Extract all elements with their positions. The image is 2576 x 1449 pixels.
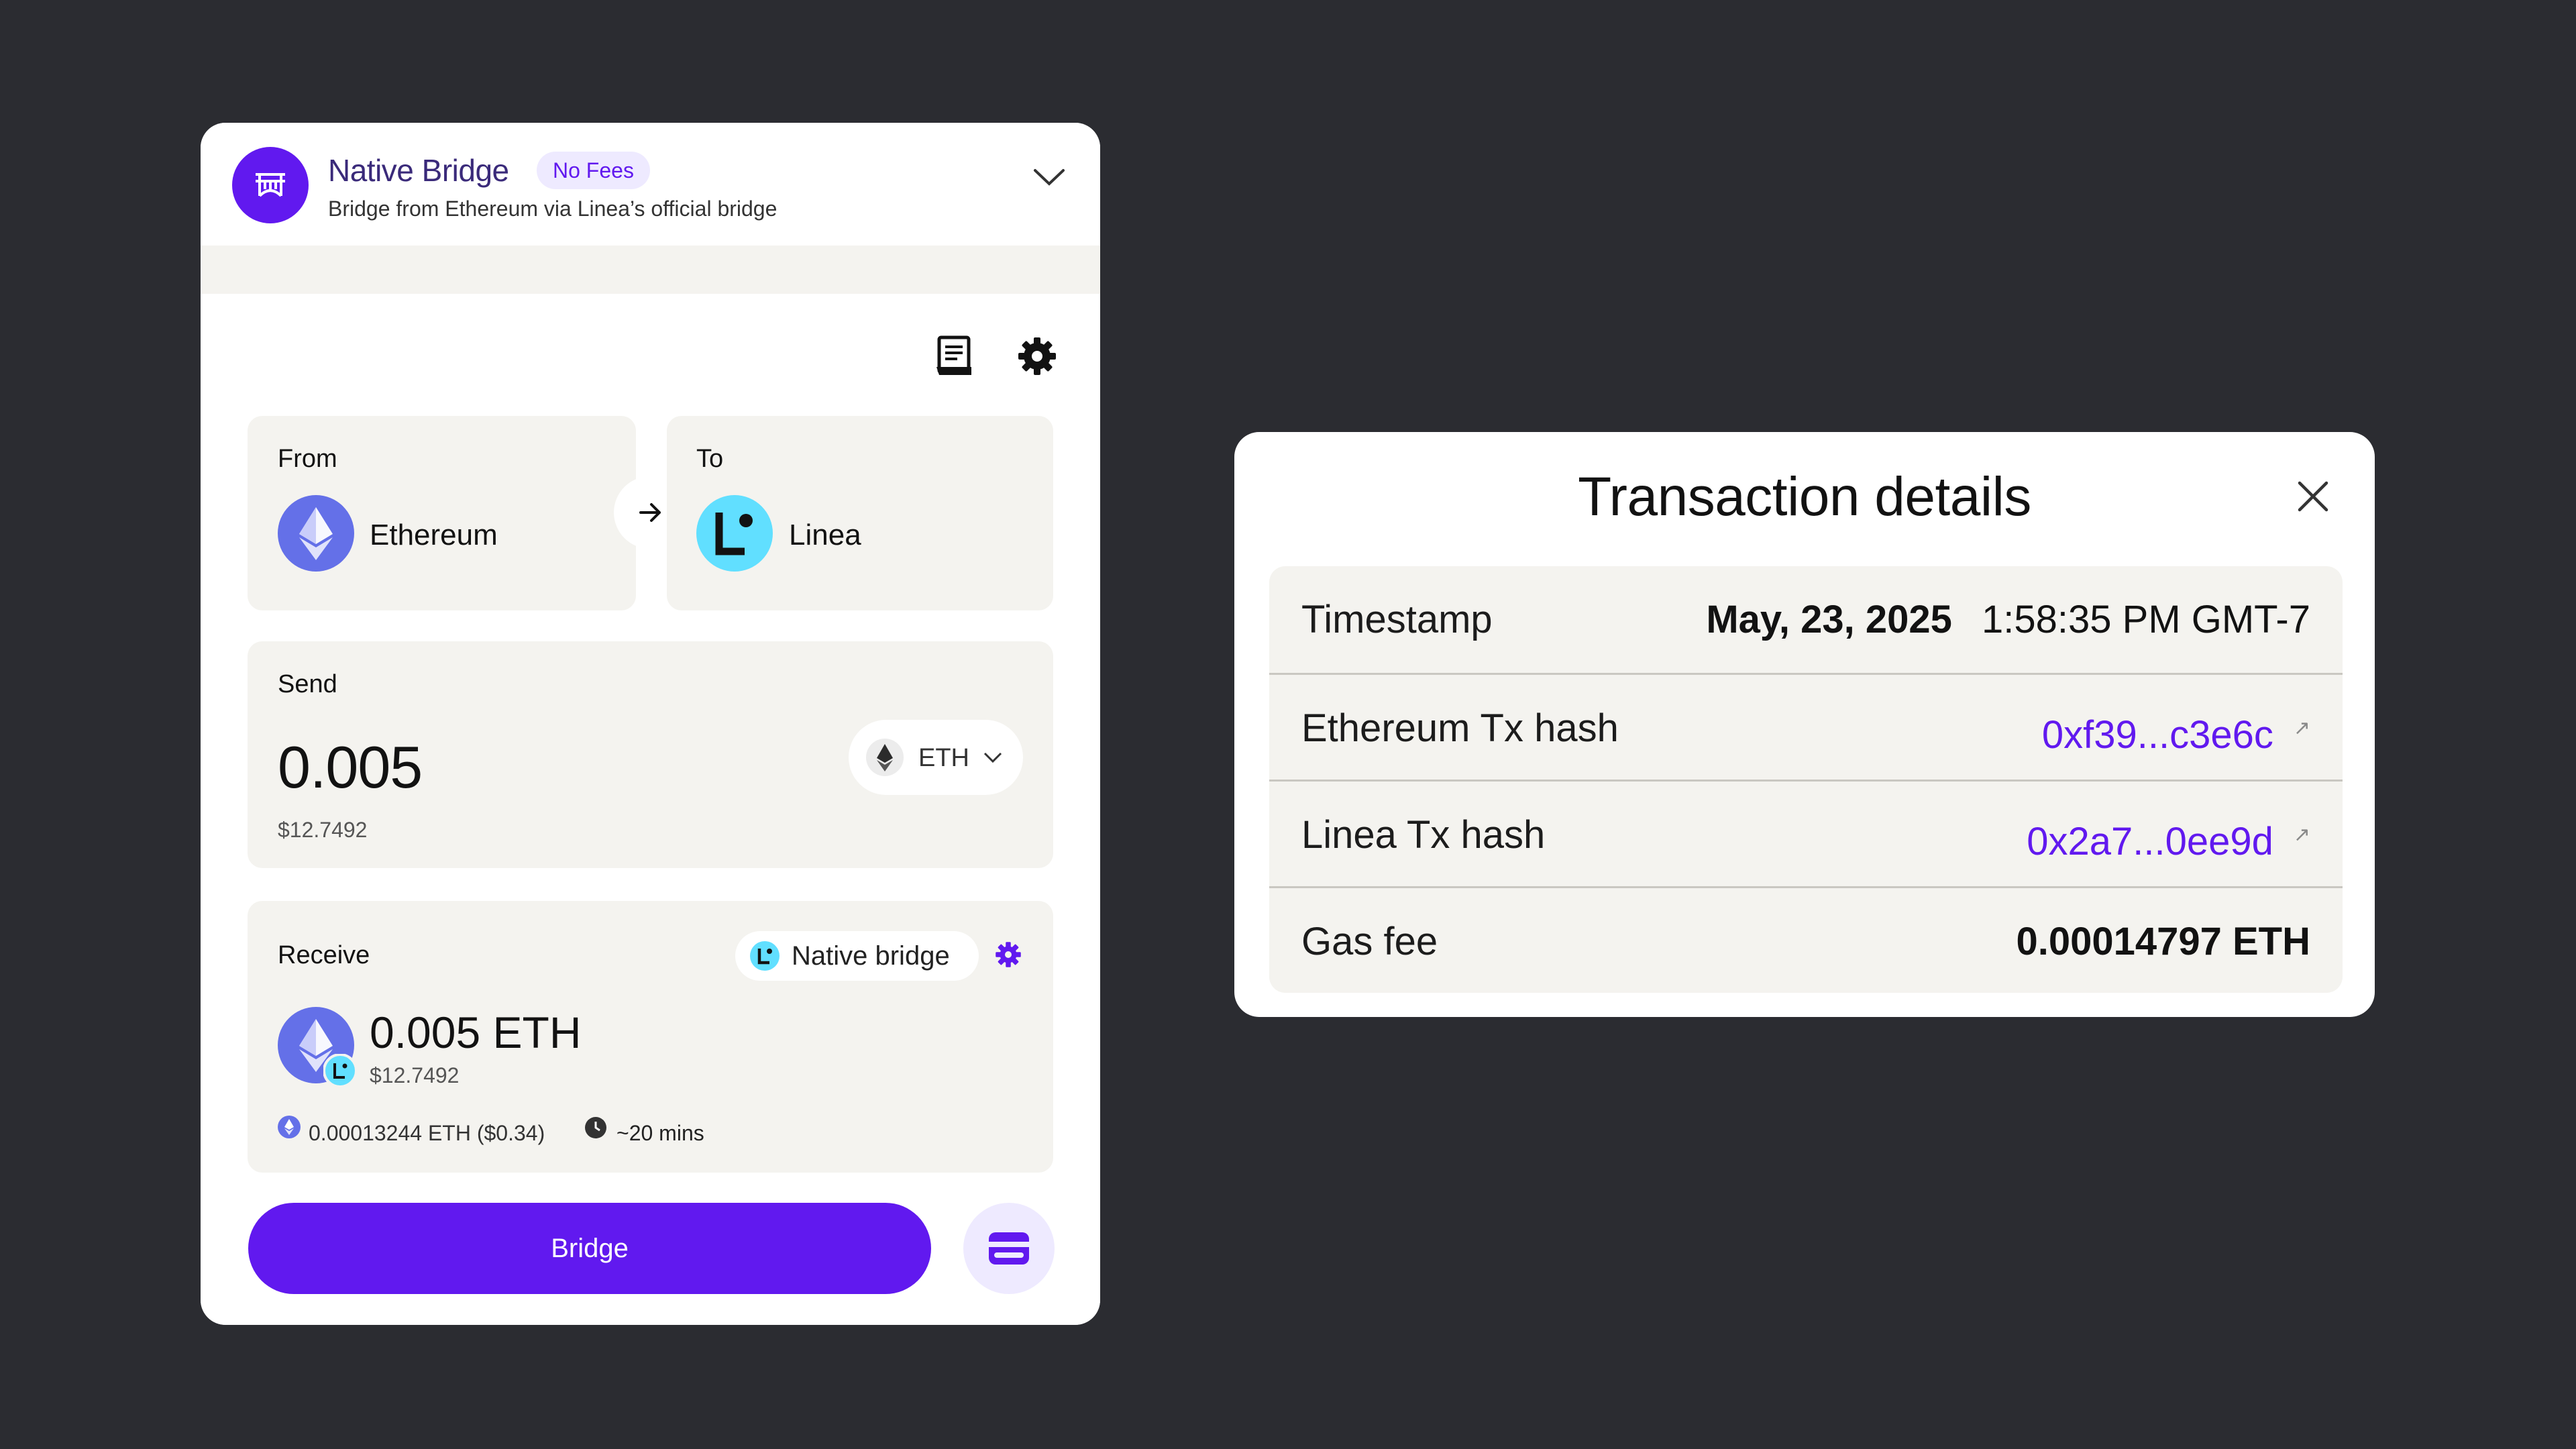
ethereum-tx-label: Ethereum Tx hash <box>1301 706 1619 750</box>
linea-icon <box>750 941 780 971</box>
receipt-icon[interactable] <box>935 335 975 378</box>
chevron-down-icon <box>983 752 1002 763</box>
gas-fee-value: 0.00014797 ETH <box>2016 888 2310 993</box>
ethereum-fee-icon <box>278 1116 301 1138</box>
from-chain-name: Ethereum <box>370 519 498 551</box>
arrow-right-icon <box>639 503 661 522</box>
linea-tx-row: Linea Tx hash 0x2a7...0ee9d ↗ <box>1269 780 2343 888</box>
wallet-icon <box>989 1232 1029 1265</box>
send-usd-value: $12.7492 <box>278 818 368 842</box>
timestamp-row: Timestamp May, 23, 2025 1:58:35 PM GMT-7 <box>1269 566 2343 673</box>
gas-fee-row: Gas fee 0.00014797 ETH <box>1269 886 2343 993</box>
bridge-title: Native Bridge <box>328 153 509 188</box>
to-label: To <box>696 445 724 473</box>
linea-tx-value: 0x2a7...0ee9d ↗ <box>2027 782 2310 888</box>
linea-icon <box>696 495 773 572</box>
details-list: Timestamp May, 23, 2025 1:58:35 PM GMT-7… <box>1269 566 2343 993</box>
token-symbol: ETH <box>918 744 969 772</box>
timestamp-value: May, 23, 2025 1:58:35 PM GMT-7 <box>1706 566 2310 673</box>
linea-badge-icon <box>323 1054 357 1087</box>
transaction-details-modal: Transaction details Timestamp May, 23, 2… <box>1234 432 2375 1017</box>
route-selector[interactable]: Native bridge <box>735 931 979 981</box>
token-selector[interactable]: ETH <box>849 720 1023 795</box>
bridge-button[interactable]: Bridge <box>248 1203 931 1294</box>
linea-tx-link[interactable]: 0x2a7...0ee9d <box>2027 820 2273 863</box>
gas-fee-label: Gas fee <box>1301 920 1438 963</box>
receive-usd-value: $12.7492 <box>370 1063 460 1087</box>
header-divider-band <box>201 246 1100 294</box>
from-label: From <box>278 445 337 473</box>
bridge-selector-header[interactable]: Native Bridge No Fees Bridge from Ethere… <box>201 123 1100 246</box>
ethereum-tx-link[interactable]: 0xf39...c3e6c <box>2042 713 2273 757</box>
modal-title: Transaction details <box>1578 466 2031 527</box>
chevron-down-icon[interactable] <box>1032 167 1066 187</box>
send-label: Send <box>278 670 337 698</box>
send-amount-input[interactable]: 0.005 <box>278 733 423 802</box>
bridge-logo-icon <box>232 147 309 223</box>
timestamp-date: May, 23, 2025 <box>1706 598 1952 641</box>
external-link-icon[interactable]: ↗ <box>2294 717 2310 739</box>
receive-label: Receive <box>278 941 370 969</box>
ethereum-token-icon <box>866 739 904 776</box>
timestamp-label: Timestamp <box>1301 598 1493 641</box>
ethereum-icon <box>278 495 354 572</box>
ethereum-tx-row: Ethereum Tx hash 0xf39...c3e6c ↗ <box>1269 673 2343 782</box>
external-link-icon[interactable]: ↗ <box>2294 824 2310 846</box>
bridge-widget: Native Bridge No Fees Bridge from Ethere… <box>201 123 1100 1325</box>
linea-tx-label: Linea Tx hash <box>1301 813 1546 857</box>
timestamp-time: 1:58:35 PM GMT-7 <box>1982 598 2310 641</box>
close-icon[interactable] <box>2294 478 2332 515</box>
route-name: Native bridge <box>792 941 950 971</box>
clock-icon <box>585 1117 606 1138</box>
receive-amount: 0.005 ETH <box>370 1008 582 1057</box>
bridge-subtitle: Bridge from Ethereum via Linea’s officia… <box>328 197 777 221</box>
network-fee: 0.00013244 ETH ($0.34) <box>309 1121 545 1145</box>
estimated-time: ~20 mins <box>616 1121 704 1145</box>
ethereum-tx-value: 0xf39...c3e6c ↗ <box>2042 675 2310 782</box>
no-fees-badge: No Fees <box>537 152 650 189</box>
to-chain-name: Linea <box>789 519 861 551</box>
gear-icon[interactable] <box>995 941 1022 968</box>
gear-icon[interactable] <box>1016 335 1059 378</box>
gas-fee-amount: 0.00014797 ETH <box>2016 920 2310 963</box>
wallet-button[interactable] <box>963 1203 1055 1294</box>
